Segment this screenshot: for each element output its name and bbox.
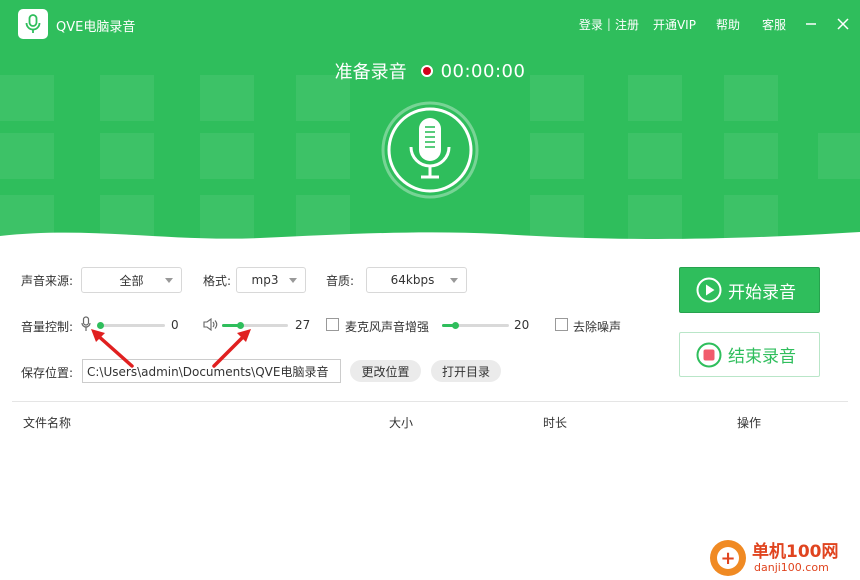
slider-knob[interactable]: [97, 322, 104, 329]
app-logo: [18, 9, 48, 39]
mic-volume-value: 0: [171, 318, 179, 332]
status-label: 准备录音: [334, 62, 407, 83]
app-title: QVE电脑录音: [56, 20, 136, 35]
top-links: 登录 | 注册 开通VIP 帮助 客服: [579, 15, 860, 33]
format-label: 格式:: [203, 274, 232, 288]
stop-icon: [696, 342, 722, 367]
stop-recording-label: 结束录音: [728, 347, 796, 367]
quality-value: 64kbps: [390, 273, 435, 287]
link-separator: |: [606, 17, 611, 31]
vip-link[interactable]: 开通VIP: [653, 16, 696, 33]
minimize-button[interactable]: [804, 17, 818, 31]
col-size-header: 大小: [389, 416, 414, 430]
volume-label: 音量控制:: [21, 320, 74, 334]
slider-knob[interactable]: [236, 322, 244, 329]
table-divider: [12, 401, 848, 402]
mic-volume-slider[interactable]: [97, 320, 165, 330]
header-panel: QVE电脑录音 登录 | 注册 开通VIP 帮助 客服 准备录音 00:00:0…: [0, 0, 860, 250]
denoise-label: 去除噪声: [573, 320, 622, 334]
header-wave: [0, 232, 860, 250]
help-link[interactable]: 帮助: [716, 16, 740, 33]
big-microphone-icon: [381, 101, 479, 199]
recording-timer: 00:00:00: [440, 60, 526, 82]
source-value: 全部: [119, 273, 144, 288]
mic-boost-label: 麦克风声音增强: [345, 320, 430, 334]
login-link[interactable]: 登录: [579, 16, 603, 33]
microphone-icon: [25, 14, 41, 33]
record-indicator-icon: [420, 65, 433, 77]
denoise-checkbox[interactable]: [555, 318, 568, 331]
microphone-icon: [81, 316, 91, 331]
mic-boost-value: 20: [514, 318, 530, 332]
slider-knob[interactable]: [452, 322, 460, 329]
watermark-url: danji100.com: [754, 561, 829, 574]
speaker-icon: [203, 318, 218, 331]
format-value: mp3: [251, 273, 279, 287]
minimize-icon: [806, 23, 816, 25]
speaker-volume-slider[interactable]: [222, 320, 288, 330]
start-recording-button[interactable]: 开始录音: [679, 267, 820, 313]
play-icon: [696, 277, 722, 303]
speaker-volume-value: 27: [295, 318, 311, 332]
mic-boost-checkbox[interactable]: [326, 318, 339, 331]
start-recording-label: 开始录音: [728, 282, 796, 303]
watermark-name: 单机100网: [752, 542, 839, 562]
close-button[interactable]: [836, 17, 850, 31]
chevron-down-icon: [165, 278, 173, 283]
recording-status: 准备录音 00:00:00: [0, 58, 860, 84]
chevron-down-icon: [450, 278, 458, 283]
save-path-input[interactable]: [82, 359, 341, 383]
source-select[interactable]: 全部: [81, 267, 182, 293]
col-actions-header: 操作: [737, 416, 762, 430]
chevron-down-icon: [289, 278, 297, 283]
change-location-button[interactable]: 更改位置: [350, 360, 421, 382]
format-select[interactable]: mp3: [236, 267, 306, 293]
watermark-logo: + 单机100网 danji100.com: [708, 534, 860, 580]
mic-boost-slider[interactable]: [442, 320, 509, 330]
col-duration-header: 时长: [543, 416, 568, 430]
stop-recording-button[interactable]: 结束录音: [679, 332, 820, 377]
service-link[interactable]: 客服: [762, 16, 786, 33]
open-folder-button[interactable]: 打开目录: [431, 360, 501, 382]
source-label: 声音来源:: [21, 274, 74, 288]
register-link[interactable]: 注册: [615, 16, 639, 33]
close-icon: [837, 18, 849, 30]
save-location-label: 保存位置:: [21, 366, 74, 380]
col-filename-header: 文件名称: [23, 416, 72, 430]
plus-icon: +: [717, 547, 739, 569]
quality-label: 音质:: [326, 274, 355, 288]
quality-select[interactable]: 64kbps: [366, 267, 467, 293]
watermark-circle: +: [710, 540, 746, 576]
